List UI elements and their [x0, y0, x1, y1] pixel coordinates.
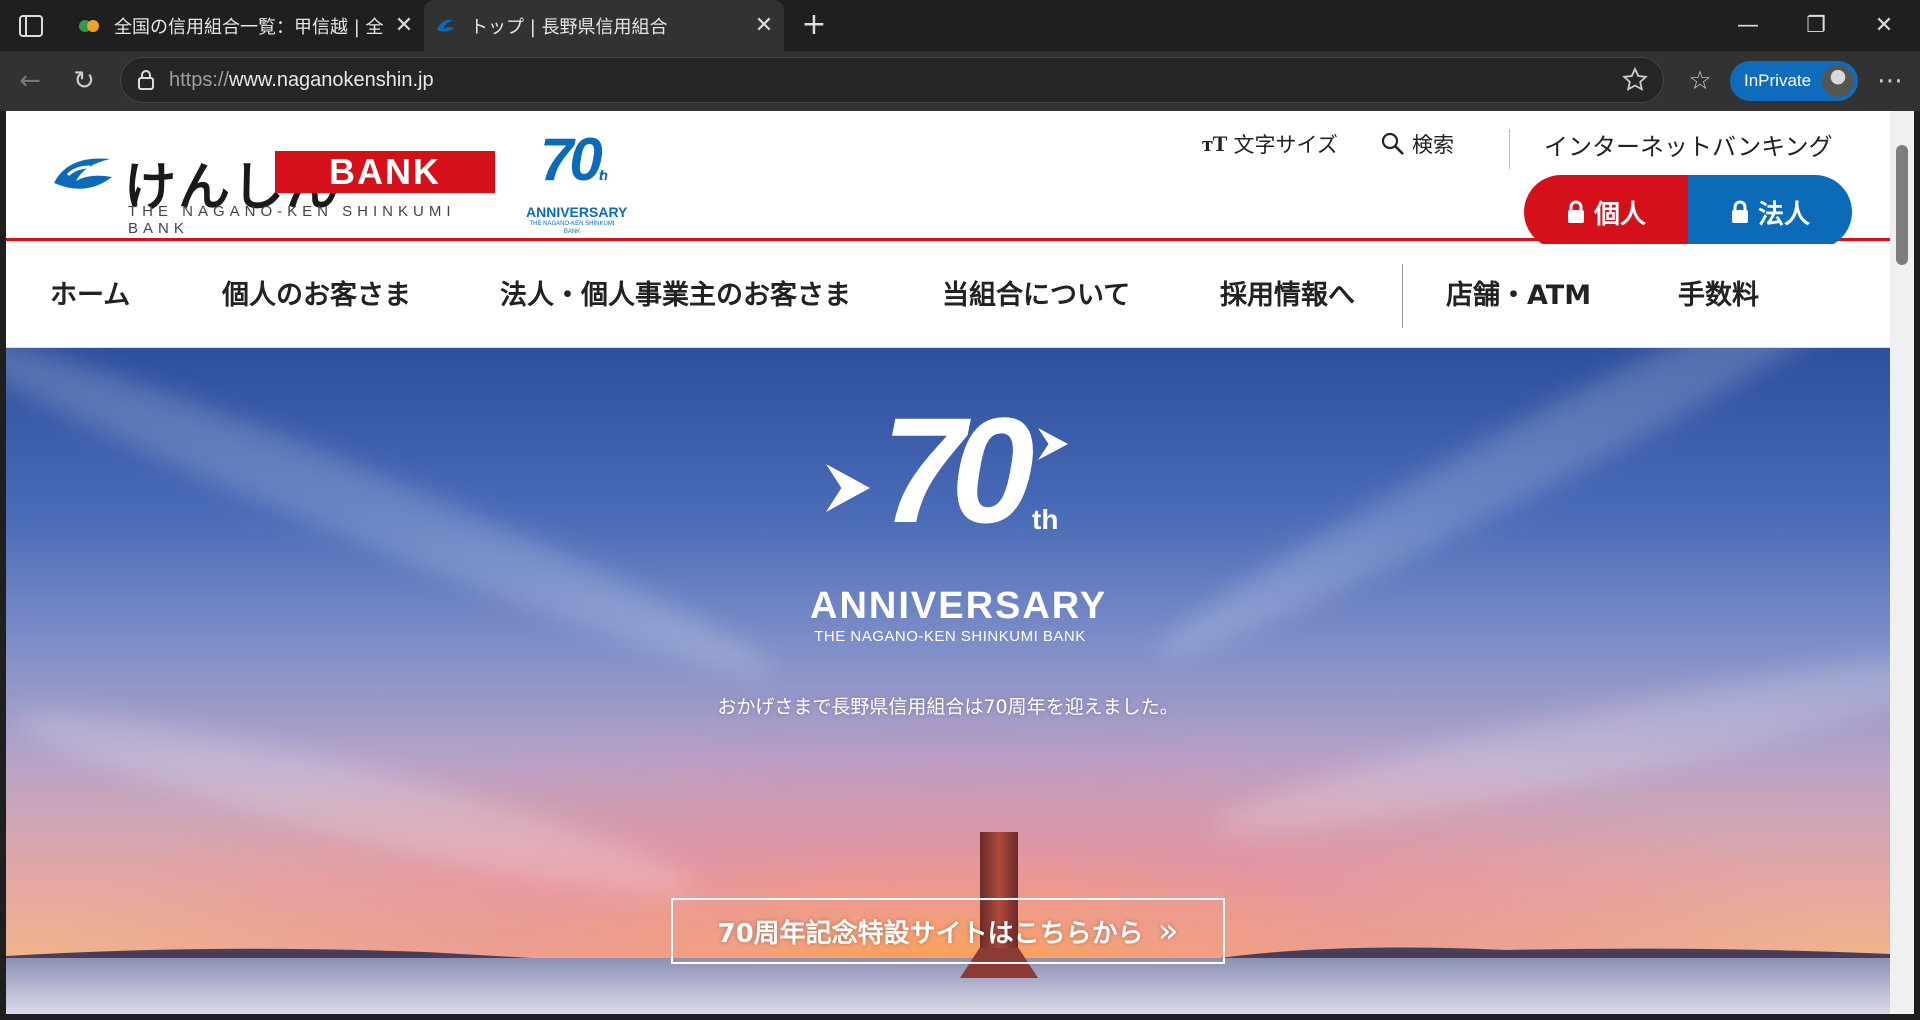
browser-tab-bar: 全国の信用組合一覧：甲信越 | 全国信用組合中央協会 ✕ トップ | 長野県信用… — [0, 0, 1920, 51]
inprivate-label: InPrivate — [1744, 71, 1812, 90]
nav-item-home[interactable]: ホーム — [50, 244, 130, 348]
tab-actions-icon[interactable] — [14, 11, 48, 41]
site-header: けんしん BANK THE NAGANO-KEN SHINKUMI BANK 7… — [6, 111, 1890, 249]
shinkumi-favicon-icon — [79, 19, 99, 32]
internet-banking-personal-button[interactable]: 個人 — [1524, 175, 1688, 249]
corporate-label: 法人 — [1757, 199, 1810, 230]
address-bar[interactable]: https://www.naganokenshin.jp — [120, 57, 1664, 103]
tab-shinkumi-list[interactable]: 全国の信用組合一覧：甲信越 | 全国信用組合中央協会 ✕ — [68, 0, 424, 51]
tab-title: 全国の信用組合一覧：甲信越 | 全国信用組合中央協会 — [114, 16, 384, 38]
wing-left-icon — [826, 464, 870, 512]
lock-icon — [1567, 200, 1584, 223]
70th-anniversary-logo: 70 th ANNIVERSARY THE NAGANO-KEN SHINKUM… — [810, 390, 1105, 645]
nav-item-fees[interactable]: 手数料 — [1678, 244, 1759, 348]
hero-banner: 70 th ANNIVERSARY THE NAGANO-KEN SHINKUM… — [6, 348, 1890, 1014]
kenshin-logo[interactable]: けんしん BANK THE NAGANO-KEN SHINKUMI BANK — [50, 141, 495, 237]
nav-divider — [1402, 264, 1403, 328]
kenshin-mark-icon — [54, 158, 112, 189]
hero-anniversary-suffix: th — [1032, 504, 1059, 535]
browser-toolbar: ← ↻ https://www.naganokenshin.jp ☆ InPri… — [0, 51, 1920, 111]
anniv-small-th: th — [598, 167, 608, 183]
sky-cloud — [1142, 348, 1890, 686]
tab-title: トップ | 長野県信用組合 — [470, 16, 668, 38]
logo-bank: BANK — [275, 151, 495, 193]
nav-item-branch-atm[interactable]: 店舗・ATM — [1446, 244, 1591, 348]
global-navigation: ホーム 個人のお客さま 法人・個人事業主のお客さま 当組合について 採用情報へ … — [6, 244, 1890, 348]
anniversary-site-link-button[interactable]: 70周年記念特設サイトはこちらから » — [671, 898, 1225, 964]
nav-item-recruit[interactable]: 採用情報へ — [1220, 244, 1355, 348]
page-scrollbar[interactable] — [1890, 111, 1914, 1014]
close-window-icon[interactable]: ✕ — [1862, 8, 1906, 44]
minimize-icon[interactable]: — — [1726, 8, 1770, 44]
snow-field — [6, 958, 1890, 1014]
font-size-button[interactable]: ᴛT 文字サイズ — [1202, 127, 1338, 161]
nav-item-business[interactable]: 法人・個人事業主のお客さま — [500, 244, 851, 348]
font-size-label: 文字サイズ — [1233, 133, 1338, 157]
anniv-small-number: 70th — [526, 130, 618, 204]
cta-label: 70周年記念特設サイトはこちらから — [717, 918, 1144, 949]
anniv-small-sub: THE NAGANO-KEN SHINKUMI BANK — [529, 221, 615, 235]
lock-icon — [1731, 200, 1748, 223]
kenshin-favicon-icon — [437, 19, 454, 32]
sky-cloud — [1207, 625, 1890, 861]
anniv-small-number-text: 70 — [540, 126, 603, 193]
hero-caption: おかげさまで長野県信用組合は70周年を迎えました。 — [717, 696, 1179, 718]
url-protocol: https:// — [169, 68, 230, 91]
sky-cloud — [6, 348, 787, 705]
internet-banking-corporate-button[interactable]: 法人 — [1688, 175, 1852, 249]
double-chevron-right-icon: » — [1157, 911, 1179, 951]
internet-banking-label: インターネットバンキング — [1544, 133, 1833, 161]
utility-divider — [1509, 129, 1510, 169]
page-viewport: けんしん BANK THE NAGANO-KEN SHINKUMI BANK 7… — [6, 111, 1890, 1014]
back-icon[interactable]: ← — [10, 61, 50, 101]
favorite-star-icon[interactable] — [1621, 66, 1649, 94]
font-size-icon: ᴛT — [1202, 131, 1228, 156]
tab-nagano-kenshin[interactable]: トップ | 長野県信用組合 ✕ — [424, 0, 784, 51]
url-text: https://www.naganokenshin.jp — [169, 69, 434, 92]
search-button[interactable]: 検索 — [1380, 127, 1454, 161]
personal-label: 個人 — [1593, 199, 1646, 230]
favorites-icon[interactable]: ☆ — [1680, 61, 1720, 101]
url-host: www.naganokenshin.jp — [229, 68, 434, 91]
hero-anniversary-label: ANNIVERSARY — [810, 585, 1108, 627]
logo-subtitle: THE NAGANO-KEN SHINKUMI BANK — [128, 203, 456, 237]
nav-item-about[interactable]: 当組合について — [942, 244, 1130, 348]
search-icon — [1381, 132, 1404, 155]
more-menu-icon[interactable]: ⋯ — [1870, 61, 1910, 101]
close-tab-icon[interactable]: ✕ — [384, 13, 424, 38]
inprivate-badge[interactable]: InPrivate — [1730, 61, 1858, 101]
refresh-icon[interactable]: ↻ — [64, 61, 104, 101]
hero-anniversary-number: 70 — [881, 386, 1035, 554]
search-label: 検索 — [1412, 133, 1454, 157]
anniv-small-label: ANNIVERSARY — [526, 204, 628, 220]
wing-right-icon — [1038, 428, 1068, 460]
nav-item-personal[interactable]: 個人のお客さま — [222, 244, 411, 348]
profile-avatar — [1822, 65, 1854, 97]
new-tab-icon[interactable]: + — [796, 8, 832, 44]
close-tab-icon[interactable]: ✕ — [744, 13, 784, 38]
scrollbar-thumb[interactable] — [1896, 145, 1908, 265]
70th-anniversary-logo-small[interactable]: 70th ANNIVERSARY THE NAGANO-KEN SHINKUMI… — [526, 130, 628, 236]
restore-icon[interactable]: ❐ — [1794, 8, 1838, 44]
hero-bank-name: THE NAGANO-KEN SHINKUMI BANK — [814, 628, 1086, 645]
lock-icon — [138, 70, 154, 90]
sky-cloud — [7, 684, 705, 922]
